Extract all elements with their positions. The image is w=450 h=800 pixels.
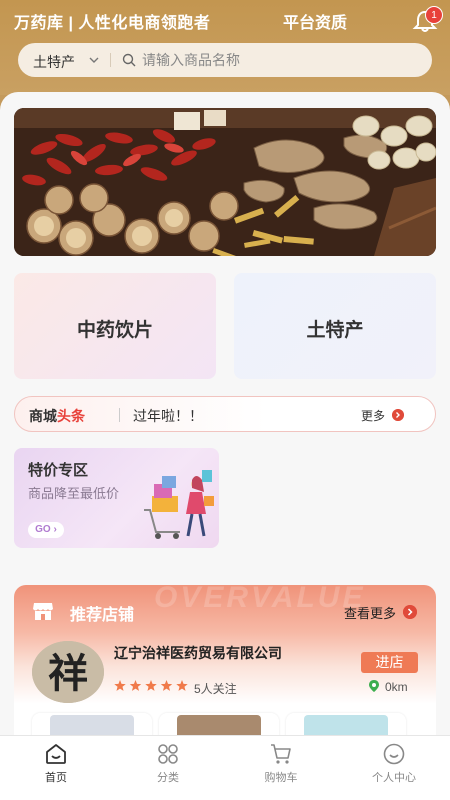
store-name[interactable]: 辽宁治祥医药贸易有限公司 (114, 643, 282, 663)
tab-label: 购物车 (264, 772, 298, 784)
special-offer-card[interactable]: 特价专区 商品降至最低价 GO › (14, 448, 219, 548)
grid-icon (158, 744, 178, 764)
category-card-local-specialties[interactable]: 土特产 (234, 273, 436, 379)
product-card[interactable] (159, 713, 279, 735)
herbal-medicine-banner-art (14, 108, 436, 256)
cart-icon (271, 744, 291, 764)
shopping-illustration (144, 470, 214, 539)
promo-title: 特价专区 (28, 462, 89, 479)
chevron-down-icon (89, 57, 99, 63)
star-icon (114, 680, 126, 691)
enter-store-button[interactable]: 进店 (361, 652, 418, 673)
chevron-right-icon[interactable] (403, 605, 417, 619)
go-button[interactable]: GO › (28, 522, 64, 538)
news-more-link[interactable]: 更多 (361, 407, 385, 424)
product-image (177, 715, 261, 735)
star-icon (129, 680, 142, 691)
search-divider (110, 53, 111, 67)
banner-image[interactable] (14, 108, 436, 256)
bottom-tab-bar: 首页 分类 购物车 个人中心 (0, 735, 450, 800)
home-icon (46, 744, 66, 764)
app-title: 万药库 | 人性化电商领跑者 (14, 15, 211, 32)
tab-cart[interactable]: 购物车 (225, 736, 337, 800)
store-logo[interactable]: 祥 (32, 641, 104, 703)
calligraphy-logo: 祥 (32, 641, 104, 703)
tab-profile[interactable]: 个人中心 (338, 736, 450, 800)
product-card[interactable] (32, 713, 152, 735)
section-watermark: OVERVALUE (154, 585, 366, 614)
star-icon (145, 680, 157, 691)
location-icon (369, 680, 379, 692)
view-more-link[interactable]: 查看更多 (344, 603, 396, 622)
category-label: 中药饮片 (76, 320, 153, 341)
product-image (304, 715, 388, 735)
news-logo: 商城头条 (29, 408, 85, 424)
store-followers: 5人关注 (194, 682, 237, 696)
notification-badge: 1 (425, 6, 443, 24)
store-distance: 0km (385, 680, 408, 694)
search-bar[interactable]: 土特产 (18, 43, 432, 77)
recommended-stores-section: OVERVALUE 推荐店铺 查看更多 祥 辽宁治祥医药贸易有限公司 进店 5人… (14, 585, 436, 735)
promo-subtitle: 商品降至最低价 (28, 486, 120, 501)
smiley-user-icon (383, 743, 405, 765)
section-title: 推荐店铺 (70, 607, 135, 624)
tab-label: 首页 (45, 772, 67, 784)
search-icon (122, 53, 136, 67)
category-card-herbal-slices[interactable]: 中药饮片 (14, 273, 216, 379)
tab-label: 个人中心 (372, 772, 416, 784)
tab-label: 分类 (157, 772, 179, 784)
platform-qualification-link[interactable]: 平台资质 (283, 9, 347, 33)
product-image (50, 715, 134, 735)
news-divider (119, 408, 120, 422)
store-icon (33, 603, 53, 620)
logo-character: 祥 (48, 650, 88, 697)
main-content: 中药饮片 土特产 商城头条 过年啦！！ 更多 特价专区 商品降至最低价 GO › (0, 92, 450, 735)
app-header: 万药库 | 人性化电商领跑者 平台资质 1 土特产 (0, 0, 450, 95)
news-ticker[interactable]: 商城头条 过年啦！！ 更多 (14, 396, 436, 432)
chevron-right-icon[interactable] (392, 409, 404, 421)
category-label: 土特产 (306, 320, 364, 341)
star-icon (160, 680, 173, 691)
store-rating-stars (114, 680, 188, 691)
product-card[interactable] (286, 713, 406, 735)
star-icon (176, 680, 188, 691)
news-headline[interactable]: 过年啦！！ (133, 406, 203, 426)
search-input[interactable] (142, 49, 412, 71)
search-category-select[interactable]: 土特产 (33, 52, 75, 72)
tab-home[interactable]: 首页 (0, 736, 112, 800)
tab-category[interactable]: 分类 (112, 736, 224, 800)
